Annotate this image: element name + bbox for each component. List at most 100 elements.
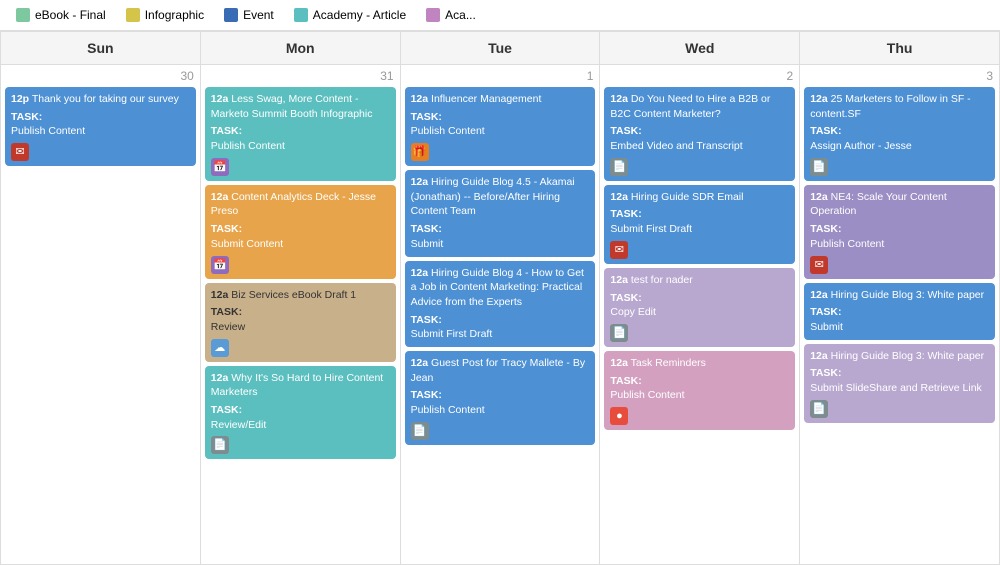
event-time: 12a: [411, 267, 429, 279]
event-title: Hiring Guide Blog 3: White paper: [831, 289, 985, 301]
legend-label-aca: Aca...: [445, 8, 476, 22]
day-cell-tue: 1 12a Influencer Management TASK: Publis…: [401, 65, 601, 565]
day-cell-mon: 31 12a Less Swag, More Content - Marketo…: [201, 65, 401, 565]
list-item[interactable]: 12a NE4: Scale Your Content Operation TA…: [804, 185, 995, 279]
event-time: 12a: [810, 350, 828, 362]
list-item[interactable]: 12a Hiring Guide Blog 3: White paper TAS…: [804, 283, 995, 340]
circle-icon: ●: [610, 407, 628, 425]
calendar-grid: Sun Mon Tue Wed Thu 30 12p Thank you for…: [0, 31, 1000, 565]
list-item[interactable]: 12a Hiring Guide Blog 4.5 - Akamai (Jona…: [405, 170, 596, 256]
event-time: 12a: [411, 93, 429, 105]
task-value: Submit First Draft: [411, 327, 590, 342]
list-item[interactable]: 12a Why It's So Hard to Hire Content Mar…: [205, 366, 396, 460]
list-item[interactable]: 12a Hiring Guide SDR Email TASK: Submit …: [604, 185, 795, 264]
legend-label-event: Event: [243, 8, 274, 22]
legend-color-infographic: [126, 8, 140, 22]
task-value: Submit: [411, 237, 590, 252]
legend-item-ebook: eBook - Final: [16, 8, 106, 22]
day-cell-wed: 2 12a Do You Need to Hire a B2B or B2C C…: [600, 65, 800, 565]
event-title: Hiring Guide SDR Email: [631, 191, 744, 203]
task-value: Submit: [810, 320, 989, 335]
task-value: Assign Author - Jesse: [810, 139, 989, 154]
event-time: 12p: [11, 93, 29, 105]
day-number-thu: 3: [804, 69, 995, 83]
legend: eBook - Final Infographic Event Academy …: [0, 0, 1000, 31]
task-value: Publish Content: [411, 124, 590, 139]
list-item[interactable]: 12a 25 Marketers to Follow in SF - conte…: [804, 87, 995, 181]
task-label: TASK:: [810, 305, 989, 320]
mail-icon: ✉: [610, 241, 628, 259]
task-value: Submit First Draft: [610, 222, 789, 237]
task-value: Submit Content: [211, 237, 390, 252]
list-item[interactable]: 12a Hiring Guide Blog 3: White paper TAS…: [804, 344, 995, 423]
task-value: Copy Edit: [610, 305, 789, 320]
task-label: TASK:: [810, 366, 989, 381]
event-time: 12a: [810, 289, 828, 301]
gift-icon: 🎁: [411, 143, 429, 161]
task-label: TASK:: [810, 222, 989, 237]
legend-color-aca: [426, 8, 440, 22]
list-item[interactable]: 12a test for nader TASK: Copy Edit 📄: [604, 268, 795, 347]
task-label: TASK:: [211, 222, 390, 237]
legend-color-ebook: [16, 8, 30, 22]
event-title: test for nader: [631, 274, 693, 286]
task-label: TASK:: [411, 222, 590, 237]
event-time: 12a: [211, 93, 229, 105]
legend-label-infographic: Infographic: [145, 8, 204, 22]
legend-color-academy: [294, 8, 308, 22]
event-time: 12a: [610, 274, 628, 286]
list-item[interactable]: 12a Hiring Guide Blog 4 - How to Get a J…: [405, 261, 596, 347]
task-value: Publish Content: [411, 403, 590, 418]
doc-icon: 📄: [810, 400, 828, 418]
day-cell-sun: 30 12p Thank you for taking our survey T…: [1, 65, 201, 565]
event-title: Content Analytics Deck - Jesse Preso: [211, 191, 376, 218]
task-label: TASK:: [610, 124, 789, 139]
task-value: Review/Edit: [211, 418, 390, 433]
list-item[interactable]: 12a Content Analytics Deck - Jesse Preso…: [205, 185, 396, 279]
header-sun: Sun: [1, 32, 201, 65]
day-number-tue: 1: [405, 69, 596, 83]
doc-icon: 📄: [610, 158, 628, 176]
legend-item-academy: Academy - Article: [294, 8, 406, 22]
task-value: Publish Content: [610, 388, 789, 403]
list-item[interactable]: 12a Task Reminders TASK: Publish Content…: [604, 351, 795, 430]
task-label: TASK:: [411, 110, 590, 125]
event-time: 12a: [810, 93, 828, 105]
doc-icon: 📄: [610, 324, 628, 342]
event-title: Do You Need to Hire a B2B or B2C Content…: [610, 93, 770, 120]
header-mon: Mon: [201, 32, 401, 65]
task-label: TASK:: [211, 124, 390, 139]
event-title: Biz Services eBook Draft 1: [231, 289, 356, 301]
task-label: TASK:: [610, 374, 789, 389]
cloud-icon: ☁: [211, 339, 229, 357]
list-item[interactable]: 12p Thank you for taking our survey TASK…: [5, 87, 196, 166]
list-item[interactable]: 12a Do You Need to Hire a B2B or B2C Con…: [604, 87, 795, 181]
event-title: Hiring Guide Blog 4.5 - Akamai (Jonathan…: [411, 176, 575, 217]
task-label: TASK:: [610, 207, 789, 222]
list-item[interactable]: 12a Guest Post for Tracy Mallete - By Je…: [405, 351, 596, 445]
event-title: Less Swag, More Content - Marketo Summit…: [211, 93, 373, 120]
event-title: Task Reminders: [631, 357, 706, 369]
event-time: 12a: [610, 357, 628, 369]
list-item[interactable]: 12a Biz Services eBook Draft 1 TASK: Rev…: [205, 283, 396, 362]
legend-item-aca: Aca...: [426, 8, 476, 22]
event-time: 12a: [211, 372, 229, 384]
event-title: Hiring Guide Blog 4 - How to Get a Job i…: [411, 267, 584, 308]
event-title: NE4: Scale Your Content Operation: [810, 191, 947, 218]
list-item[interactable]: 12a Influencer Management TASK: Publish …: [405, 87, 596, 166]
event-title: Influencer Management: [431, 93, 541, 105]
event-time: 12a: [211, 289, 229, 301]
doc-icon: 📄: [810, 158, 828, 176]
legend-label-ebook: eBook - Final: [35, 8, 106, 22]
task-label: TASK:: [610, 291, 789, 306]
day-cell-thu: 3 12a 25 Marketers to Follow in SF - con…: [800, 65, 1000, 565]
calendar-icon: 📅: [211, 256, 229, 274]
event-time: 12a: [411, 176, 429, 188]
event-title: Guest Post for Tracy Mallete - By Jean: [411, 357, 586, 384]
event-time: 12a: [610, 93, 628, 105]
list-item[interactable]: 12a Less Swag, More Content - Marketo Su…: [205, 87, 396, 181]
day-number-mon: 31: [205, 69, 396, 83]
header-thu: Thu: [800, 32, 1000, 65]
task-value: Publish Content: [211, 139, 390, 154]
task-value: Embed Video and Transcript: [610, 139, 789, 154]
